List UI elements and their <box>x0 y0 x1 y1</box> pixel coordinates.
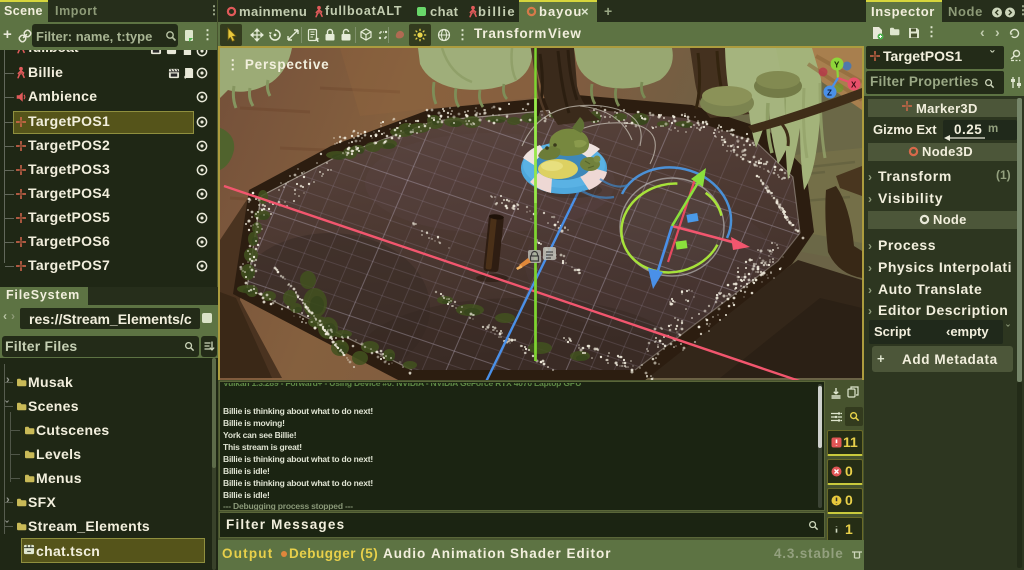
svg-text:X: X <box>851 81 857 90</box>
svg-text:Y: Y <box>834 61 840 70</box>
svg-text:Z: Z <box>827 89 832 98</box>
svg-text:⋮ Perspective: ⋮ Perspective <box>226 57 329 72</box>
